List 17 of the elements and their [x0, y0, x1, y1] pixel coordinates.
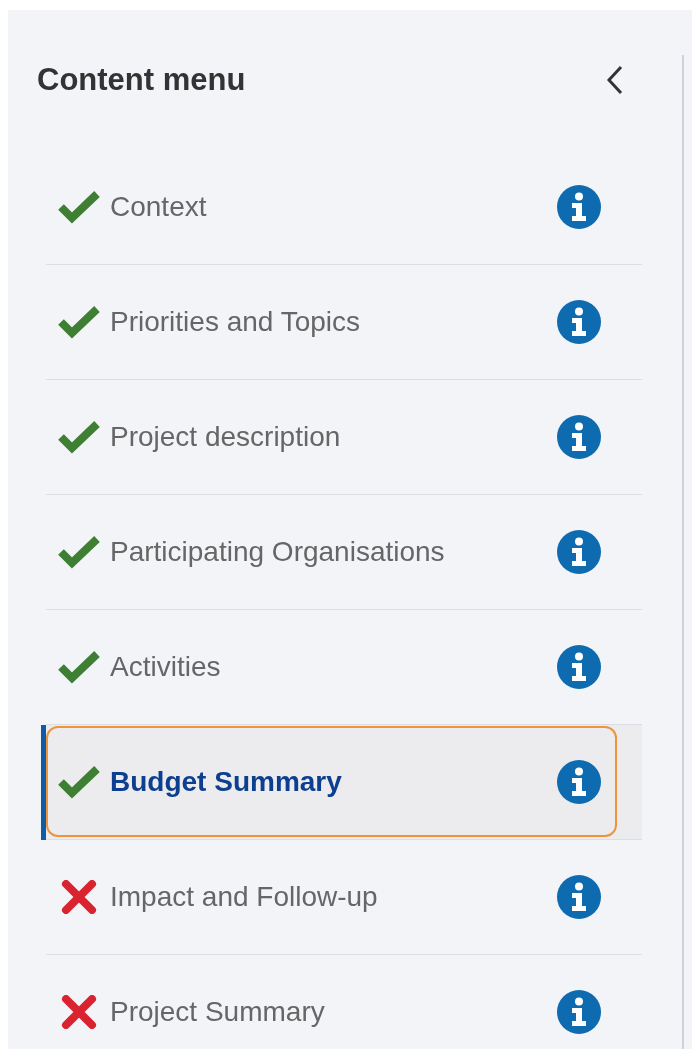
info-icon[interactable] — [557, 299, 601, 344]
menu-item[interactable]: Priorities and Topics — [46, 266, 617, 377]
menu-item[interactable]: Project description — [46, 381, 617, 492]
info-icon[interactable] — [557, 874, 601, 919]
info-icon[interactable] — [557, 414, 601, 459]
info-icon[interactable] — [557, 644, 601, 689]
menu-item[interactable]: Participating Organisations — [46, 496, 617, 607]
info-icon[interactable] — [557, 184, 601, 229]
info-icon[interactable] — [557, 759, 601, 804]
menu-item[interactable]: Context — [46, 151, 617, 262]
menu-item[interactable]: Project Summary — [46, 956, 617, 1049]
menu-item[interactable]: Impact and Follow-up — [46, 841, 617, 952]
info-icon[interactable] — [557, 989, 601, 1034]
menu-item[interactable]: Budget Summary — [46, 726, 617, 837]
panel-title: Content menu — [37, 61, 246, 99]
info-icon[interactable] — [557, 529, 601, 574]
menu-item[interactable]: Activities — [46, 611, 617, 722]
